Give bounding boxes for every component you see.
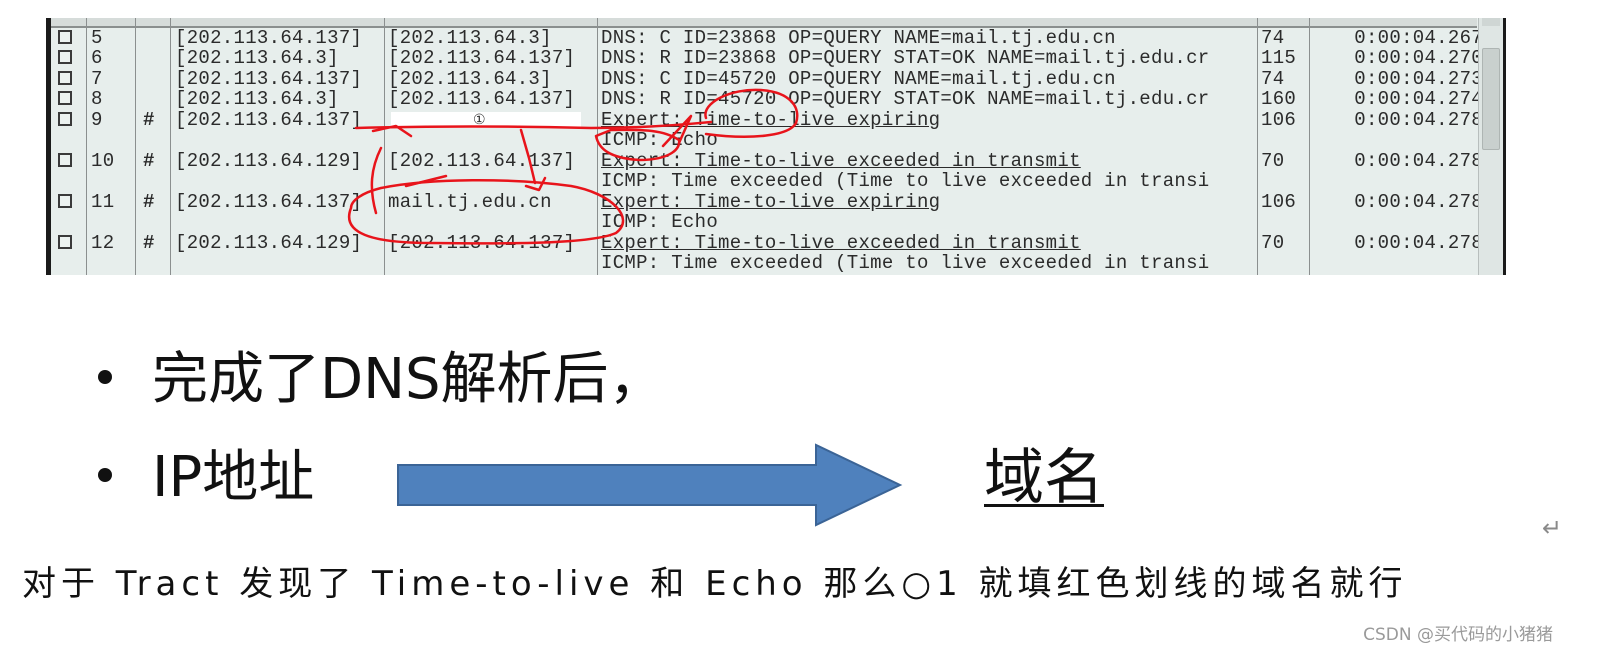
row-checkbox[interactable] (58, 71, 72, 85)
vertical-scrollbar[interactable] (1478, 18, 1503, 275)
packet-summary: Expert: Time-to-live exceeded in transmi… (601, 233, 1081, 253)
scroll-thumb[interactable] (1482, 48, 1500, 150)
row-checkbox[interactable] (58, 91, 72, 105)
row-checkbox[interactable] (58, 235, 72, 249)
source-address: [202.113.64.129] (175, 151, 363, 171)
relative-time: 0:00:04.270 (1354, 48, 1483, 68)
destination-address: [202.113.64.137] (388, 89, 576, 109)
packet-number: 12 (91, 233, 115, 253)
row-checkbox[interactable] (58, 112, 72, 126)
packet-capture-table: 5 [202.113.64.137] [202.113.64.3] DNS: C ID… (46, 18, 1506, 275)
relative-time: 0:00:04.273 (1354, 69, 1483, 89)
destination-address: mail.tj.edu.cn (388, 192, 552, 212)
table-row-detail: ICMP: Time exceeded (Time to live exceed… (51, 253, 1477, 273)
bullet-icon (98, 369, 112, 384)
packet-length: 70 (1261, 151, 1285, 171)
destination-address: [202.113.64.137] (388, 48, 576, 68)
packet-summary: DNS: R ID=45720 OP=QUERY STAT=OK NAME=ma… (601, 89, 1210, 109)
return-mark-icon: ↵ (1542, 514, 1563, 542)
status-flag: # (143, 233, 155, 253)
packet-summary-detail: ICMP: Time exceeded (Time to live exceed… (601, 253, 1210, 273)
table-row[interactable]: 9 # [202.113.64.137] ① Expert: Time-to-live … (51, 110, 1483, 130)
masked-destination: ① (391, 112, 581, 129)
packet-length: 106 (1261, 192, 1297, 212)
status-flag: # (143, 192, 155, 212)
row-checkbox[interactable] (58, 194, 72, 208)
table-row[interactable]: 10 # [202.113.64.129] [202.113.64.137] Exper… (51, 151, 1483, 171)
bullet-text: IP地址 (152, 445, 315, 510)
relative-time: 0:00:04.274 (1354, 89, 1483, 109)
scroll-up-button[interactable] (1482, 18, 1500, 26)
destination-address: [202.113.64.137] (388, 233, 576, 253)
source-address: [202.113.64.137] (175, 192, 363, 212)
source-address: [202.113.64.137] (175, 110, 363, 130)
source-address: [202.113.64.137] (175, 28, 363, 48)
packet-summary-detail: ICMP: Time exceeded (Time to live exceed… (601, 171, 1210, 191)
source-address: [202.113.64.3] (175, 89, 339, 109)
source-address: [202.113.64.129] (175, 233, 363, 253)
packet-length: 70 (1261, 233, 1285, 253)
packet-length: 106 (1261, 110, 1297, 130)
relative-time: 0:00:04.278 (1354, 192, 1483, 212)
packet-number: 7 (91, 69, 103, 89)
bullet-dns-resolved: 完成了DNS解析后， (98, 348, 665, 412)
packet-number: 6 (91, 48, 103, 68)
watermark: CSDN @买代码的小猪猪 (1363, 625, 1553, 645)
domain-name-label: 域名 (984, 443, 1104, 513)
packet-number: 9 (91, 110, 103, 130)
packet-summary: DNS: R ID=23868 OP=QUERY STAT=OK NAME=ma… (601, 48, 1210, 68)
packet-length: 115 (1261, 48, 1297, 68)
relative-time: 0:00:04.278 (1354, 151, 1483, 171)
table-row[interactable]: 7 [202.113.64.137] [202.113.64.3] DNS: C ID… (51, 69, 1483, 89)
relative-time: 0:00:04.278 (1354, 233, 1483, 253)
table-row-detail: ICMP: Time exceeded (Time to live exceed… (51, 171, 1477, 191)
status-flag: # (143, 110, 155, 130)
row-checkbox[interactable] (58, 30, 72, 44)
table-header (51, 18, 1477, 28)
status-flag: # (143, 151, 155, 171)
table-row[interactable]: 11 # [202.113.64.137] mail.tj.edu.cn Expert:… (51, 192, 1483, 212)
table-row[interactable]: 5 [202.113.64.137] [202.113.64.3] DNS: C ID… (51, 28, 1483, 48)
packet-length: 74 (1261, 28, 1285, 48)
packet-summary-detail: ICMP: Echo (601, 130, 719, 150)
packet-number: 10 (91, 151, 115, 171)
destination-address: [202.113.64.3] (388, 28, 552, 48)
table-row-detail: ICMP: Echo (51, 212, 1477, 232)
table-row-detail: ICMP: Echo (51, 130, 1477, 150)
packet-summary: Expert: Time-to-live expiring (601, 110, 941, 130)
table-row[interactable]: 6 [202.113.64.3] [202.113.64.137] DNS: R ID… (51, 48, 1483, 68)
packet-summary: Expert: Time-to-live expiring (601, 192, 941, 212)
right-arrow-icon (397, 443, 903, 527)
table-row[interactable]: 8 [202.113.64.3] [202.113.64.137] DNS: R ID… (51, 89, 1483, 109)
packet-number: 8 (91, 89, 103, 109)
row-checkbox[interactable] (58, 153, 72, 167)
packet-number: 5 (91, 28, 103, 48)
packet-summary-detail: ICMP: Echo (601, 212, 719, 232)
packet-summary: DNS: C ID=23868 OP=QUERY NAME=mail.tj.ed… (601, 28, 1116, 48)
relative-time: 0:00:04.267 (1354, 28, 1483, 48)
packet-number: 11 (91, 192, 115, 212)
packet-summary: DNS: C ID=45720 OP=QUERY NAME=mail.tj.ed… (601, 69, 1116, 89)
relative-time: 0:00:04.278 (1354, 110, 1483, 130)
bullet-icon (98, 467, 112, 482)
source-address: [202.113.64.3] (175, 48, 339, 68)
packet-length: 160 (1261, 89, 1297, 109)
caption-text: 对于 Tract 发现了 Time-to-live 和 Echo 那么○1 就填… (22, 564, 1408, 604)
packet-length: 74 (1261, 69, 1285, 89)
table-row[interactable]: 12 # [202.113.64.129] [202.113.64.137] Exper… (51, 233, 1483, 253)
destination-address: [202.113.64.137] (388, 151, 576, 171)
destination-address: [202.113.64.3] (388, 69, 552, 89)
bullet-text: 完成了DNS解析后， (152, 347, 665, 412)
blank-marker: ① (473, 113, 486, 129)
bullet-ip-address: IP地址 (98, 446, 314, 510)
packet-summary: Expert: Time-to-live exceeded in transmi… (601, 151, 1081, 171)
row-checkbox[interactable] (58, 50, 72, 64)
source-address: [202.113.64.137] (175, 69, 363, 89)
